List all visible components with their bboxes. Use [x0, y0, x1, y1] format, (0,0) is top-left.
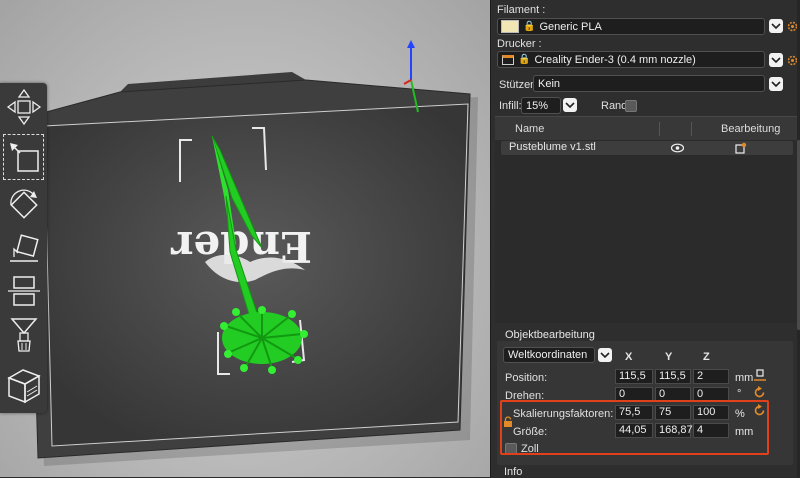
header-separator — [659, 122, 660, 136]
infill-value: 15% — [526, 99, 549, 112]
coordinates-dropdown-button[interactable] — [598, 348, 612, 362]
position-y-field[interactable]: 115,5 — [655, 369, 691, 384]
object-name: Pusteblume v1.stl — [509, 141, 596, 153]
scale-tool[interactable] — [2, 133, 45, 181]
col-edit-header[interactable]: Bearbeitung — [721, 123, 780, 135]
print-bed-scene: Ender — [27, 40, 478, 466]
view-cube-tool[interactable] — [2, 363, 45, 409]
printer-value: Creality Ender-3 (0.4 mm nozzle) — [534, 53, 696, 66]
drop-to-bed-icon[interactable] — [753, 368, 767, 382]
chevron-down-icon — [771, 23, 781, 30]
support-paint-icon — [9, 318, 38, 352]
cut-icon — [7, 276, 40, 306]
move-tool[interactable] — [2, 85, 45, 129]
position-x-field[interactable]: 115,5 — [615, 369, 653, 384]
place-on-face-tool[interactable] — [2, 229, 45, 269]
coordinates-value: Weltkoordinaten — [508, 349, 588, 361]
infill-dropdown-button[interactable] — [563, 98, 577, 112]
filament-label: Filament : — [497, 4, 546, 16]
info-label: Info — [504, 466, 523, 478]
eye-icon[interactable] — [671, 143, 684, 153]
filament-value: Generic PLA — [539, 20, 602, 33]
cut-tool[interactable] — [2, 271, 45, 311]
reset-icon[interactable] — [753, 386, 766, 399]
infill-combo[interactable]: 15% — [521, 97, 561, 114]
z-axis-arrow — [407, 40, 415, 48]
lock-icon: 🔒 — [518, 54, 531, 65]
position-z-field[interactable]: 2 — [693, 369, 729, 384]
x-axis-gizmo — [403, 79, 412, 85]
place-face-icon — [9, 234, 39, 262]
highlight-box — [500, 400, 769, 455]
coordinates-combo[interactable]: Weltkoordinaten — [503, 347, 595, 363]
table-row[interactable]: Pusteblume v1.stl — [501, 141, 793, 155]
chevron-down-icon — [771, 81, 781, 88]
printer-icon — [502, 54, 514, 65]
view-cube-icon — [6, 369, 41, 404]
rotation-unit: ° — [737, 388, 742, 400]
printer-label: Drucker : — [497, 38, 542, 50]
supports-dropdown-button[interactable] — [769, 77, 783, 91]
axis-z-header: Z — [703, 351, 710, 363]
rotate-icon — [9, 189, 38, 219]
axis-y-header: Y — [665, 351, 673, 363]
supports-value: Kein — [538, 77, 561, 90]
move-icon — [6, 88, 41, 126]
infill-label: Infill: — [499, 100, 522, 112]
printer-combo[interactable]: 🔒 Creality Ender-3 (0.4 mm nozzle) — [497, 51, 765, 68]
object-manipulation-title: Objektbearbeitung — [505, 329, 595, 341]
filament-combo[interactable]: 🔒 Generic PLA — [497, 18, 765, 35]
lock-icon: 🔒 — [523, 21, 536, 32]
objects-table-header: Name Bearbeitung — [495, 116, 797, 142]
gizmo-toolbar — [0, 83, 47, 413]
objects-list[interactable] — [495, 140, 797, 323]
chevron-down-icon — [600, 352, 610, 359]
edit-icon[interactable] — [735, 142, 747, 154]
chevron-down-icon — [565, 102, 575, 109]
axis-x-header: X — [625, 351, 633, 363]
col-name-header[interactable]: Name — [515, 123, 544, 135]
printer-dropdown-button[interactable] — [769, 53, 783, 67]
position-unit: mm — [735, 372, 754, 384]
supports-combo[interactable]: Kein — [533, 75, 765, 92]
rotate-tool[interactable] — [2, 183, 45, 227]
support-paint-tool[interactable] — [2, 313, 45, 357]
brim-checkbox[interactable] — [625, 100, 637, 112]
filament-dropdown-button[interactable] — [769, 19, 783, 33]
filament-color-swatch — [501, 20, 519, 33]
header-separator — [691, 122, 692, 136]
chevron-down-icon — [771, 57, 781, 64]
position-label: Position: — [505, 372, 548, 384]
3d-viewport[interactable]: Ender — [0, 0, 490, 477]
scale-icon — [9, 143, 39, 172]
